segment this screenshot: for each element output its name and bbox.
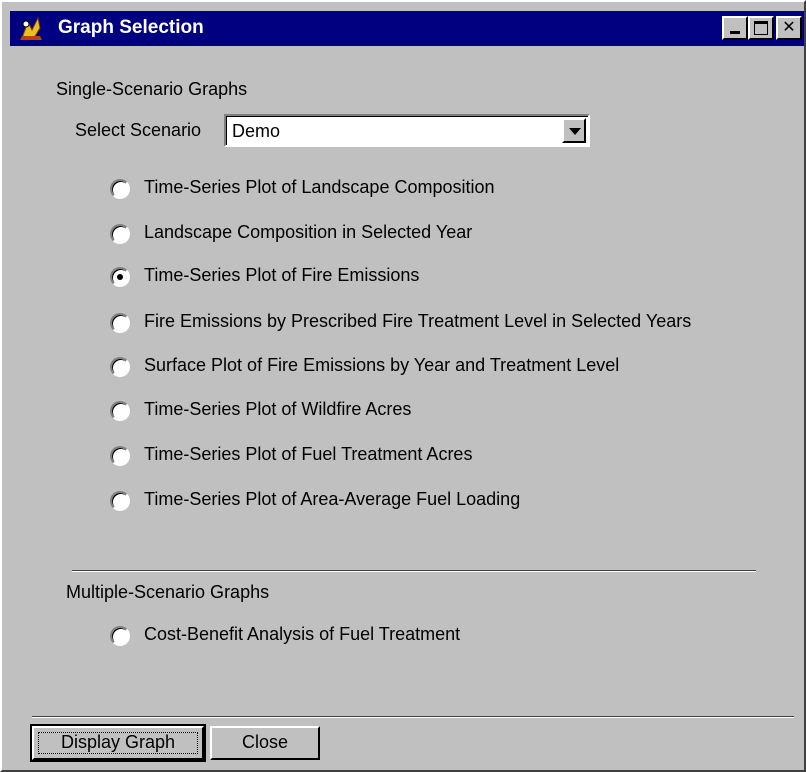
radio-label: Landscape Composition in Selected Year: [144, 222, 473, 242]
radio-label: Cost-Benefit Analysis of Fuel Treatment: [144, 624, 461, 644]
maximize-icon: [754, 21, 768, 35]
scenario-select[interactable]: Demo: [224, 114, 590, 147]
radio-button[interactable]: [110, 626, 130, 646]
radio-button[interactable]: [110, 179, 130, 199]
maximize-button[interactable]: [748, 16, 774, 40]
minimize-button[interactable]: [722, 16, 748, 40]
title-bar[interactable]: Graph Selection ✕: [10, 11, 804, 46]
minimize-icon: [730, 31, 740, 34]
close-icon: ✕: [782, 17, 796, 36]
close-window-button[interactable]: ✕: [776, 16, 802, 40]
close-label: Close: [241, 732, 289, 752]
radio-label: Time-Series Plot of Fuel Treatment Acres: [144, 444, 473, 464]
graph-selection-window: Graph Selection ✕ Single-Scenario Graphs…: [0, 0, 806, 772]
scenario-select-value: Demo: [232, 121, 281, 141]
radio-label: Time-Series Plot of Wildfire Acres: [144, 399, 412, 419]
radio-label: Fire Emissions by Prescribed Fire Treatm…: [144, 311, 692, 331]
select-scenario-label: Select Scenario: [75, 120, 202, 140]
multiple-scenario-heading: Multiple-Scenario Graphs: [66, 582, 270, 602]
app-icon: [20, 16, 42, 40]
radio-button[interactable]: [110, 357, 130, 377]
close-button[interactable]: Close: [210, 726, 320, 760]
radio-button[interactable]: [110, 401, 130, 421]
single-scenario-heading: Single-Scenario Graphs: [56, 79, 248, 99]
radio-button[interactable]: [110, 224, 130, 244]
window-title: Graph Selection: [58, 17, 204, 38]
radio-label: Time-Series Plot of Fire Emissions: [144, 265, 420, 285]
radio-label: Time-Series Plot of Area-Average Fuel Lo…: [144, 489, 521, 509]
chevron-down-icon[interactable]: [562, 118, 586, 143]
section-divider: [72, 570, 756, 572]
button-divider: [32, 716, 794, 718]
radio-button[interactable]: [110, 446, 130, 466]
radio-label: Surface Plot of Fire Emissions by Year a…: [144, 355, 620, 375]
radio-label: Time-Series Plot of Landscape Compositio…: [144, 177, 495, 197]
radio-button[interactable]: [110, 491, 130, 511]
radio-button-selected[interactable]: [110, 267, 130, 287]
focus-rectangle: [38, 732, 198, 754]
display-graph-button[interactable]: Display Graph: [30, 724, 206, 762]
radio-button[interactable]: [110, 313, 130, 333]
